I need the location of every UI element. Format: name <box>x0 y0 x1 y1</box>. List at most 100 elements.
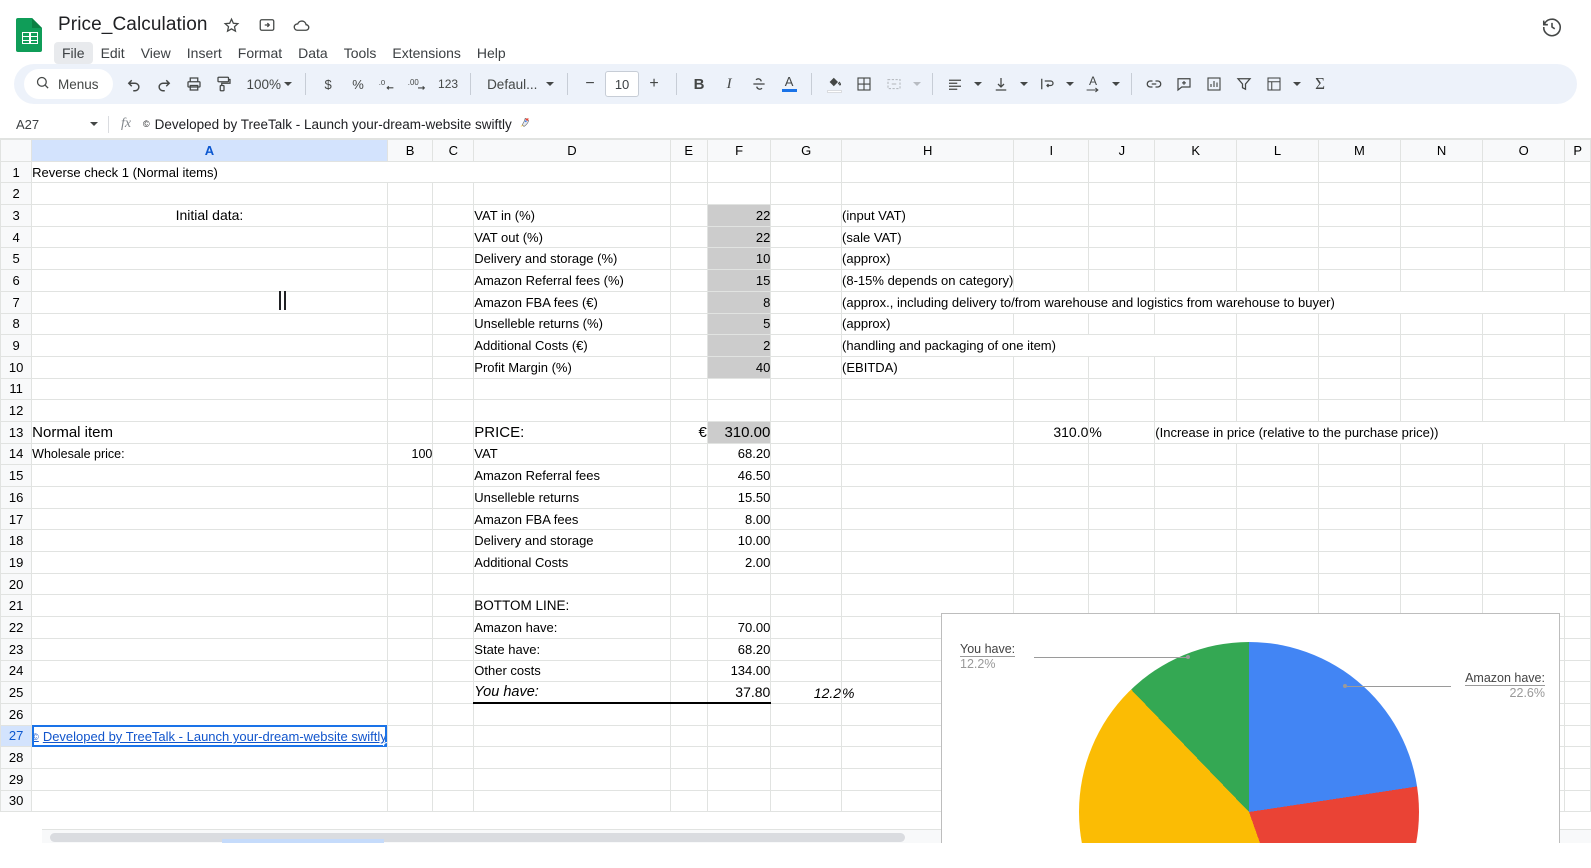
cell-g19[interactable] <box>770 551 843 574</box>
cell-n19[interactable] <box>1400 551 1484 574</box>
cell-g4[interactable] <box>770 225 843 249</box>
column-header-j[interactable]: J <box>1088 139 1156 162</box>
cell-l17[interactable] <box>1236 507 1319 531</box>
cell-e9[interactable] <box>669 334 708 357</box>
cell-k16[interactable] <box>1154 486 1238 509</box>
cell-j11[interactable] <box>1088 377 1156 401</box>
text-rotation-icon[interactable]: A <box>1078 69 1108 99</box>
cell-c18[interactable] <box>432 529 475 553</box>
cell-e19[interactable] <box>669 551 708 574</box>
cell-c10[interactable] <box>432 355 475 379</box>
cell-e25[interactable] <box>669 681 708 705</box>
cell-d19-label[interactable]: Additional Costs <box>473 551 671 574</box>
cell-c8[interactable] <box>432 312 475 336</box>
column-header-o[interactable]: O <box>1482 139 1566 162</box>
cell-c21[interactable] <box>432 594 475 618</box>
column-header-n[interactable]: N <box>1400 139 1484 162</box>
cell-m10[interactable] <box>1317 355 1402 379</box>
cell-h4-note[interactable]: (sale VAT) <box>841 225 1015 249</box>
cell-e16[interactable] <box>669 486 708 509</box>
row-header-5[interactable]: 5 <box>0 247 33 271</box>
cell-k14[interactable] <box>1154 442 1238 466</box>
cell-b10[interactable] <box>386 355 434 379</box>
cell-m19[interactable] <box>1317 551 1402 574</box>
row-header-18[interactable]: 18 <box>0 529 33 553</box>
cell-n10[interactable] <box>1400 355 1484 379</box>
cell-i19[interactable] <box>1013 551 1090 574</box>
cell-m12[interactable] <box>1317 399 1402 422</box>
cell-h18[interactable] <box>841 529 1015 553</box>
cell-c27[interactable] <box>432 724 475 748</box>
cell-a29[interactable] <box>31 767 388 791</box>
row-header-21[interactable]: 21 <box>0 594 33 618</box>
cell-g20[interactable] <box>770 572 843 596</box>
cell-p21[interactable] <box>1564 594 1591 618</box>
cell-m15[interactable] <box>1317 464 1402 487</box>
cell-j4[interactable] <box>1088 225 1156 249</box>
paint-format-icon[interactable] <box>209 69 239 99</box>
cell-e17[interactable] <box>669 507 708 531</box>
cell-d15-label[interactable]: Amazon Referral fees <box>473 464 671 487</box>
cell-m18[interactable] <box>1317 529 1402 553</box>
column-header-k[interactable]: K <box>1154 139 1238 162</box>
cell-g11[interactable] <box>770 377 843 401</box>
cell-i14[interactable] <box>1013 442 1090 466</box>
cell-b19[interactable] <box>386 551 434 574</box>
cell-k12[interactable] <box>1154 399 1238 422</box>
cell-j15[interactable] <box>1088 464 1156 487</box>
horizontal-scroll-thumb[interactable] <box>50 833 905 842</box>
fill-color-icon[interactable] <box>819 69 849 99</box>
borders-icon[interactable] <box>849 69 879 99</box>
cell-k4[interactable] <box>1154 225 1238 249</box>
cell-c26[interactable] <box>432 702 475 726</box>
font-size-input[interactable]: 10 <box>605 71 640 97</box>
cell-j16[interactable] <box>1088 486 1156 509</box>
cell-d10-label[interactable]: Profit Margin (%) <box>473 355 671 379</box>
price-value[interactable]: 310.00 <box>706 420 772 444</box>
cell-c7[interactable] <box>432 290 475 314</box>
cell-o12[interactable] <box>1482 399 1566 422</box>
cell-o17[interactable] <box>1482 507 1566 531</box>
menus-search-button[interactable]: Menus <box>24 69 113 99</box>
cell-k8[interactable] <box>1154 312 1238 336</box>
cell-g3[interactable] <box>770 204 843 227</box>
cell-b22[interactable] <box>386 616 434 639</box>
row-header-20[interactable]: 20 <box>0 572 33 596</box>
cell-d4-label[interactable]: VAT out (%) <box>473 225 671 249</box>
cell-m11[interactable] <box>1317 377 1402 401</box>
selection-handle[interactable] <box>382 742 387 746</box>
cell-g24[interactable] <box>770 659 843 683</box>
merge-cells-icon[interactable] <box>879 69 909 99</box>
cell-m6[interactable] <box>1317 269 1402 292</box>
sigma-icon[interactable]: Σ <box>1305 69 1335 99</box>
cell-b21[interactable] <box>386 594 434 618</box>
you-have-value[interactable]: 37.80 <box>706 681 772 705</box>
cell-f6-value[interactable]: 15 <box>706 269 772 292</box>
row-header-7[interactable]: 7 <box>0 290 33 314</box>
cell-e30[interactable] <box>669 789 708 813</box>
cell-c28[interactable] <box>432 746 475 769</box>
cell-c6[interactable] <box>432 269 475 292</box>
cell-m5[interactable] <box>1317 247 1402 271</box>
vertical-align-icon[interactable] <box>986 69 1016 99</box>
cell-n14[interactable] <box>1400 442 1484 466</box>
move-to-folder-icon[interactable] <box>256 14 278 36</box>
normal-item-label[interactable]: Normal item <box>31 420 388 444</box>
cell-o9[interactable] <box>1482 334 1566 357</box>
cell-g5[interactable] <box>770 247 843 271</box>
cell-p19[interactable] <box>1564 551 1591 574</box>
cell-d16-label[interactable]: Unselleble returns <box>473 486 671 509</box>
insert-link-icon[interactable] <box>1139 69 1169 99</box>
cell-c11[interactable] <box>432 377 475 401</box>
cell-p24[interactable] <box>1564 659 1591 683</box>
select-all-corner[interactable] <box>0 139 33 162</box>
cell-d14-label[interactable]: VAT <box>473 442 671 466</box>
cell-e12[interactable] <box>669 399 708 422</box>
cell-f23-value[interactable]: 68.20 <box>706 637 772 661</box>
cell-p3[interactable] <box>1564 204 1591 227</box>
cell-n16[interactable] <box>1400 486 1484 509</box>
cell-g15[interactable] <box>770 464 843 487</box>
cell-o20[interactable] <box>1482 572 1566 596</box>
cell-e28[interactable] <box>669 746 708 769</box>
cell-o10[interactable] <box>1482 355 1566 379</box>
